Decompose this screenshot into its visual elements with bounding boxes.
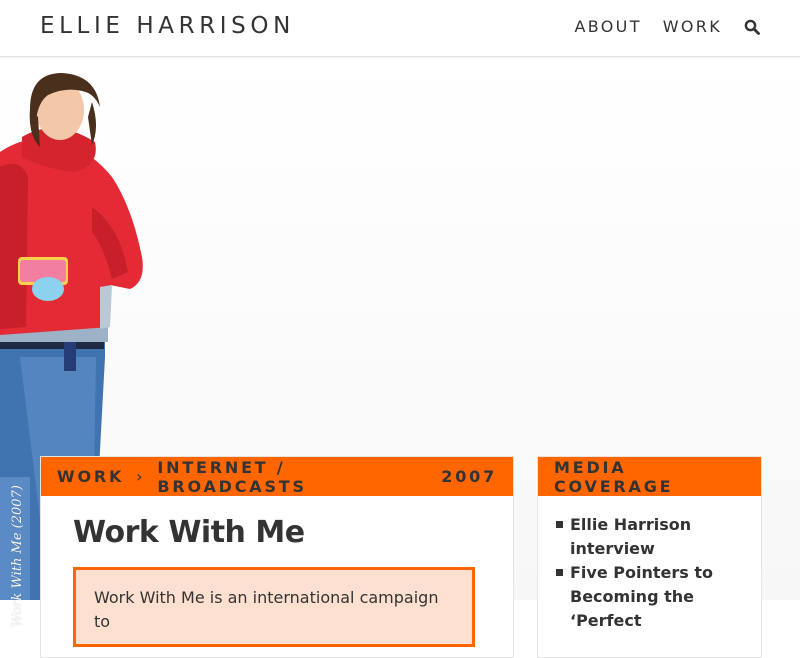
nav-about[interactable]: ABOUT	[575, 17, 642, 36]
breadcrumb-year: 2007	[441, 467, 497, 486]
main-nav: ABOUT WORK	[575, 17, 760, 36]
work-card: WORK › INTERNET / BROADCASTS 2007 Work W…	[40, 456, 514, 658]
page-title: Work With Me	[73, 515, 305, 550]
intro-box: Work With Me is an international campaig…	[73, 567, 475, 647]
intro-text: Work With Me is an international campaig…	[94, 588, 439, 631]
coverage-link[interactable]: Ellie Harrison interview	[570, 513, 749, 561]
coverage-list: Ellie Harrison interview Five Pointers t…	[538, 496, 761, 633]
nav-work[interactable]: WORK	[663, 17, 722, 36]
bullet-icon	[556, 521, 563, 528]
bullet-icon	[556, 569, 563, 576]
chevron-right-icon: ›	[136, 467, 146, 486]
site-title[interactable]: ELLIE HARRISON	[40, 13, 295, 39]
media-coverage-card: MEDIA COVERAGE Ellie Harrison interview …	[537, 456, 762, 658]
hero-caption: Work With Me (2007)	[10, 485, 25, 627]
breadcrumb-work[interactable]: WORK	[57, 467, 124, 486]
coverage-link[interactable]: Five Pointers to Becoming the ‘Perfect	[570, 561, 749, 633]
list-item: Ellie Harrison interview	[556, 513, 749, 561]
sidebar-heading: MEDIA COVERAGE	[538, 457, 761, 496]
list-item: Five Pointers to Becoming the ‘Perfect	[556, 561, 749, 633]
breadcrumb: WORK › INTERNET / BROADCASTS 2007	[41, 457, 513, 496]
site-header: ELLIE HARRISON ABOUT WORK	[0, 0, 800, 57]
breadcrumb-category[interactable]: INTERNET / BROADCASTS	[157, 458, 441, 496]
search-icon[interactable]	[744, 19, 760, 35]
